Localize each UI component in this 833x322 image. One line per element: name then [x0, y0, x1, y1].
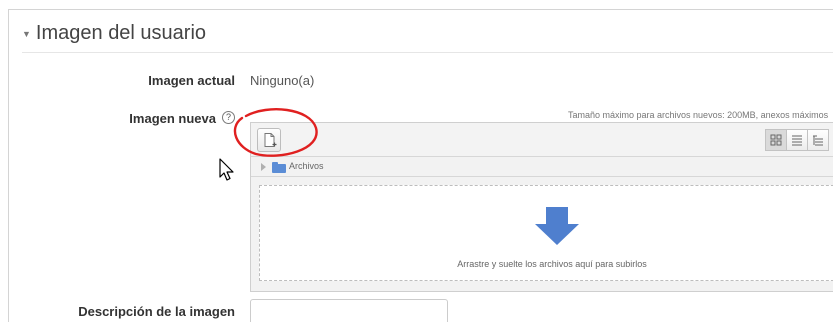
view-tree-button[interactable]: [807, 129, 829, 151]
dropzone-text: Arrastre y suelte los archivos aquí para…: [457, 259, 647, 269]
down-arrow-icon: [535, 207, 579, 245]
list-icon: [792, 135, 802, 146]
file-picker-path[interactable]: Archivos: [251, 157, 833, 177]
fieldset-border-left: [8, 9, 9, 322]
current-image-label: Imagen actual: [148, 73, 235, 88]
caret-down-icon: ▼: [22, 28, 31, 39]
file-picker-toolbar: [251, 123, 833, 157]
view-switcher: [765, 129, 829, 151]
folder-icon: [272, 162, 286, 173]
file-picker: Archivos Arrastre y suelte los archivos …: [250, 122, 833, 292]
add-file-icon: [264, 133, 277, 147]
path-label: Archivos: [289, 161, 324, 171]
max-size-text: Tamaño máximo para archivos nuevos: 200M…: [568, 110, 829, 120]
page: ▼ Imagen del usuario Imagen actual Ningu…: [0, 0, 833, 322]
dropzone[interactable]: Arrastre y suelte los archivos aquí para…: [259, 185, 833, 281]
view-icons-button[interactable]: [765, 129, 787, 151]
section-divider: [22, 52, 833, 53]
view-list-button[interactable]: [786, 129, 808, 151]
add-file-button[interactable]: [257, 128, 281, 152]
new-image-label: Imagen nueva: [129, 111, 216, 126]
description-label: Descripción de la imagen: [78, 304, 235, 319]
section-title: Imagen del usuario: [35, 22, 207, 44]
help-icon[interactable]: ?: [222, 111, 235, 124]
section-toggle[interactable]: ▼ Imagen del usuario: [22, 22, 206, 45]
mouse-pointer-icon: [219, 158, 234, 181]
tree-icon: [813, 135, 823, 146]
fieldset-border-top: [8, 9, 833, 10]
grid-icon: [770, 134, 782, 146]
current-image-value: Ninguno(a): [250, 73, 315, 88]
expand-icon: [261, 163, 266, 171]
description-input[interactable]: [250, 299, 448, 322]
